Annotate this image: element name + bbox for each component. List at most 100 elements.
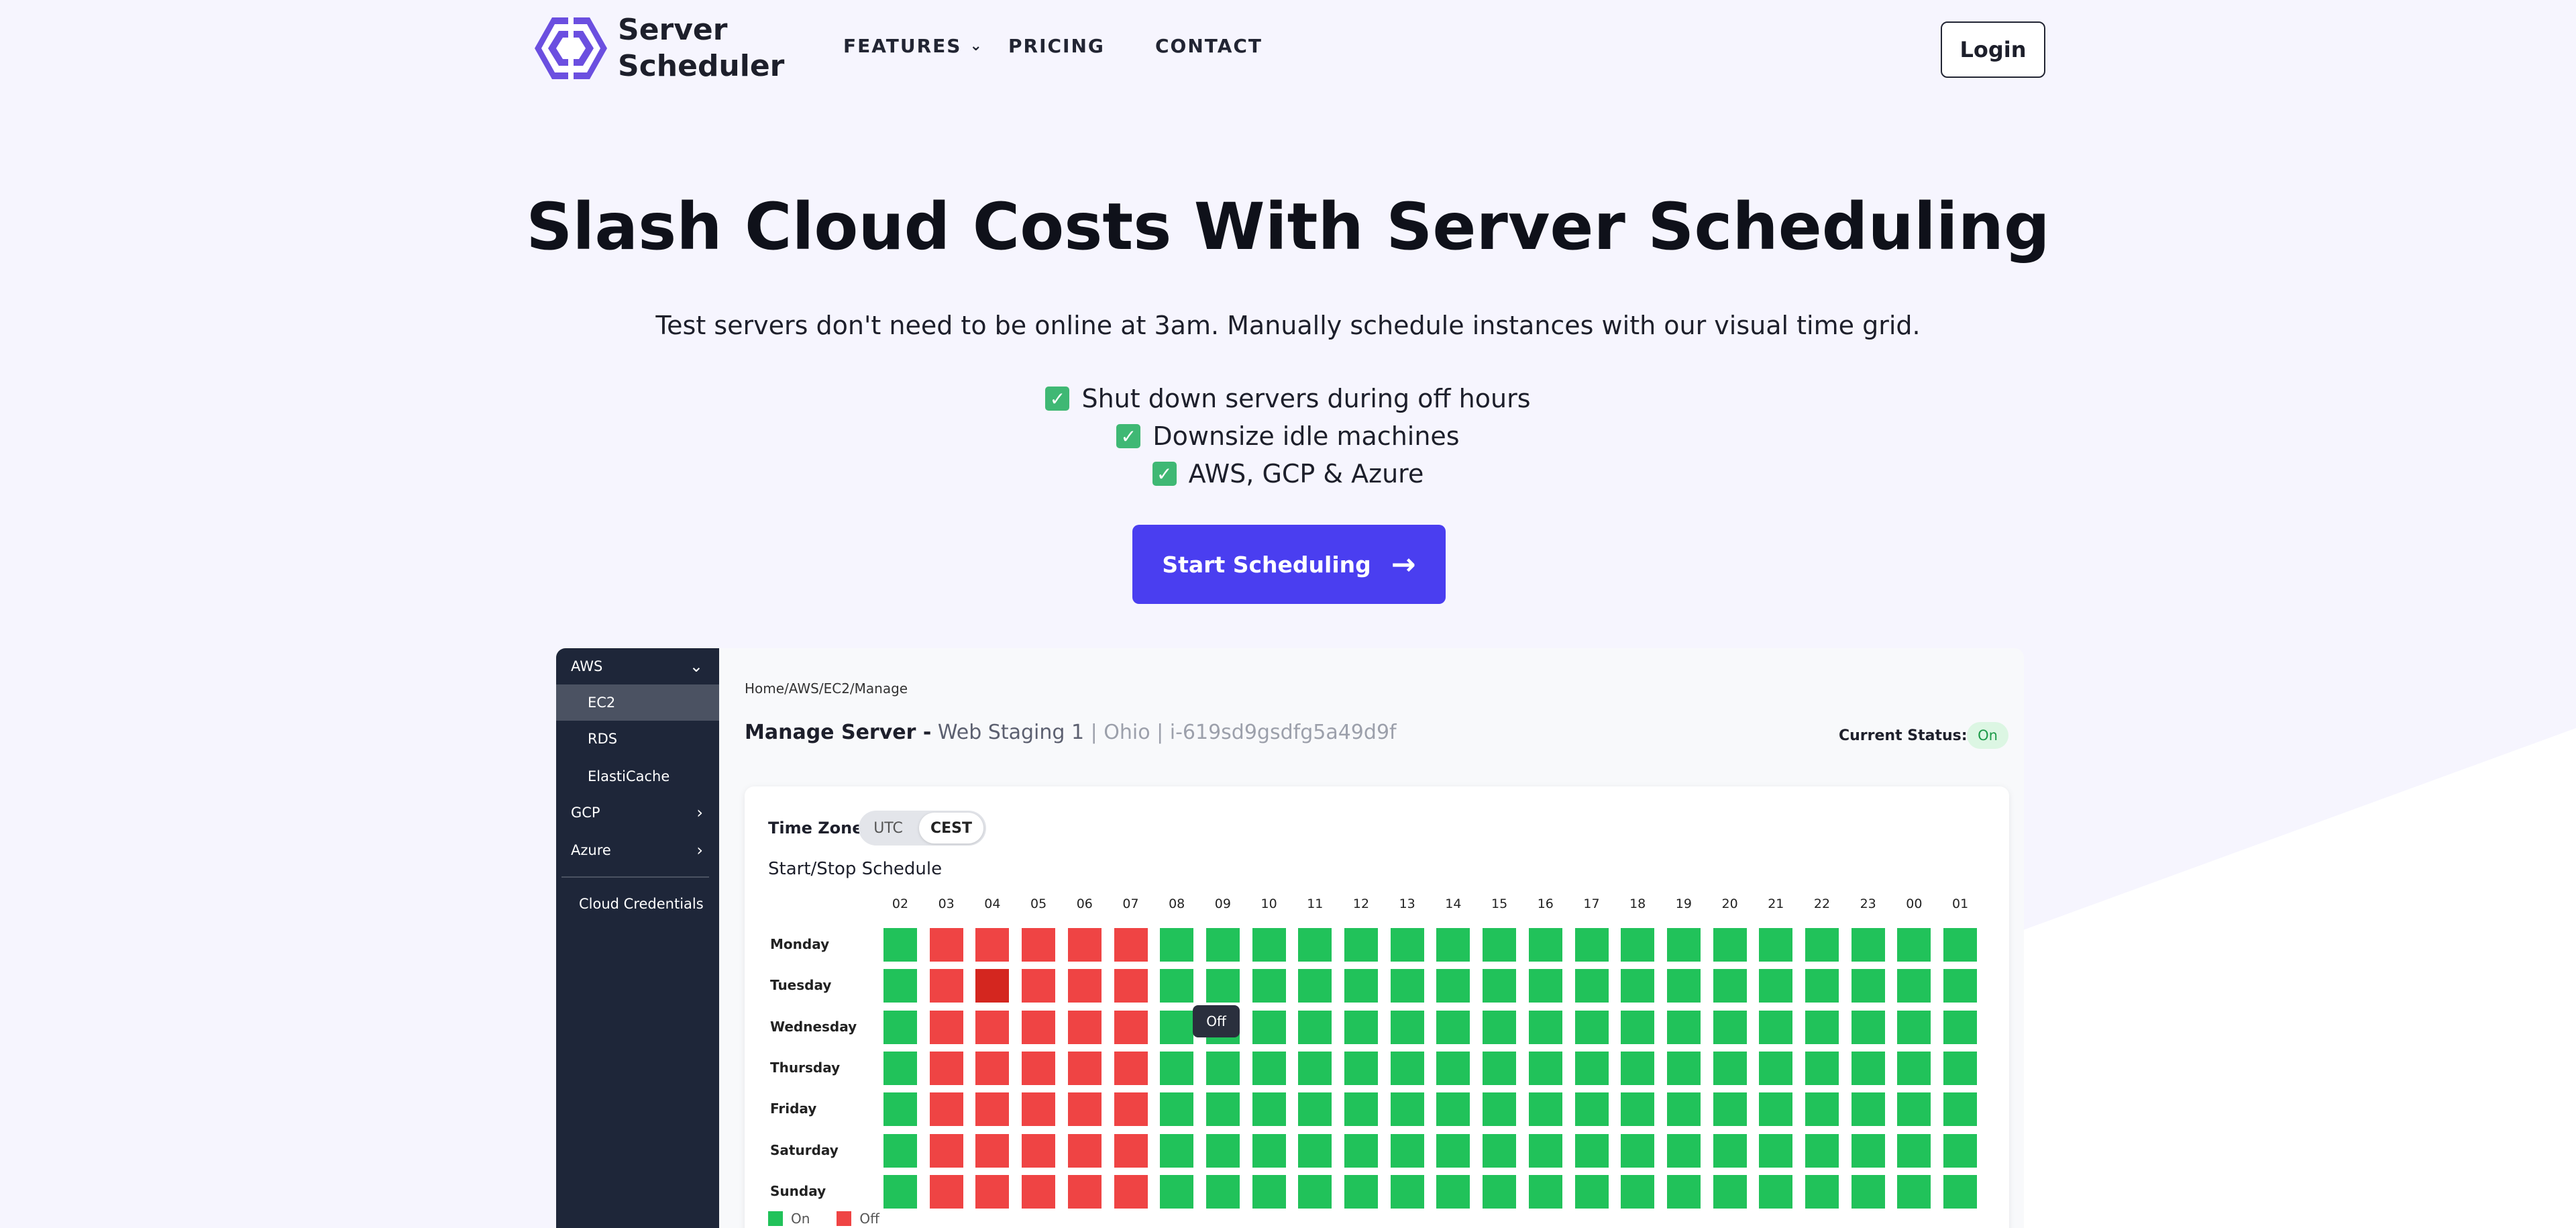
schedule-cell[interactable] [1759, 969, 1793, 1003]
schedule-cell[interactable] [975, 969, 1010, 1003]
schedule-cell[interactable] [1713, 1133, 1747, 1168]
schedule-cell[interactable] [1205, 928, 1240, 962]
schedule-cell[interactable] [1621, 1010, 1655, 1044]
schedule-cell[interactable] [1574, 1010, 1609, 1044]
schedule-cell[interactable] [1114, 1010, 1148, 1044]
schedule-cell[interactable] [1805, 1092, 1839, 1127]
schedule-cell[interactable] [1114, 928, 1148, 962]
schedule-cell[interactable] [1252, 1051, 1286, 1085]
schedule-cell[interactable] [1344, 928, 1378, 962]
schedule-cell[interactable] [1022, 1092, 1056, 1127]
sidebar-item-ec2[interactable]: EC2 [556, 684, 719, 721]
schedule-cell[interactable] [1298, 1051, 1332, 1085]
schedule-cell[interactable] [1666, 1010, 1701, 1044]
schedule-cell[interactable] [1436, 969, 1470, 1003]
schedule-cell[interactable] [1436, 928, 1470, 962]
schedule-cell[interactable] [1067, 1174, 1102, 1209]
schedule-cell[interactable] [1022, 1051, 1056, 1085]
schedule-cell[interactable] [1713, 969, 1747, 1003]
sidebar-item-aws[interactable]: AWS ⌄ [556, 648, 719, 684]
schedule-cell[interactable] [1160, 1051, 1194, 1085]
schedule-cell[interactable] [1390, 1092, 1424, 1127]
schedule-cell[interactable] [1483, 928, 1517, 962]
schedule-cell[interactable] [1759, 1010, 1793, 1044]
sidebar-item-cloud-credentials[interactable]: Cloud Credentials [556, 886, 719, 922]
schedule-cell[interactable] [1436, 1174, 1470, 1209]
schedule-cell[interactable] [1897, 1133, 1931, 1168]
schedule-cell[interactable] [1390, 969, 1424, 1003]
breadcrumb[interactable]: Home/AWS/EC2/Manage [745, 680, 908, 697]
schedule-cell[interactable] [1621, 1174, 1655, 1209]
schedule-cell[interactable] [1621, 969, 1655, 1003]
nav-features[interactable]: FEATURES ⌄ [843, 35, 983, 57]
schedule-cell[interactable] [1621, 1092, 1655, 1127]
schedule-cell[interactable] [1160, 1010, 1194, 1044]
schedule-cell[interactable] [1252, 1174, 1286, 1209]
schedule-cell[interactable] [1252, 1133, 1286, 1168]
schedule-cell[interactable] [1252, 928, 1286, 962]
schedule-cell[interactable] [1298, 928, 1332, 962]
sidebar-item-azure[interactable]: Azure › [556, 832, 719, 868]
schedule-cell[interactable] [1851, 1133, 1885, 1168]
sidebar-item-rds[interactable]: RDS [556, 721, 719, 757]
brand-logo[interactable]: Server Scheduler [533, 12, 784, 85]
schedule-cell[interactable] [1160, 928, 1194, 962]
schedule-cell[interactable] [883, 1010, 917, 1044]
schedule-cell[interactable] [1897, 928, 1931, 962]
schedule-cell[interactable] [1851, 1092, 1885, 1127]
schedule-cell[interactable] [1114, 1174, 1148, 1209]
schedule-cell[interactable] [1528, 1133, 1562, 1168]
schedule-cell[interactable] [929, 969, 963, 1003]
schedule-cell[interactable] [1114, 1092, 1148, 1127]
schedule-cell[interactable] [1298, 969, 1332, 1003]
schedule-cell[interactable] [1666, 969, 1701, 1003]
schedule-cell[interactable] [1205, 1133, 1240, 1168]
sidebar-item-elasticache[interactable]: ElastiCache [556, 758, 719, 795]
schedule-cell[interactable] [1114, 969, 1148, 1003]
schedule-cell[interactable] [1528, 1051, 1562, 1085]
schedule-cell[interactable] [1483, 1133, 1517, 1168]
nav-contact[interactable]: CONTACT [1155, 35, 1263, 57]
schedule-cell[interactable] [883, 1174, 917, 1209]
schedule-cell[interactable] [1483, 1174, 1517, 1209]
schedule-cell[interactable] [929, 1010, 963, 1044]
schedule-cell[interactable] [1205, 969, 1240, 1003]
schedule-cell[interactable] [1298, 1133, 1332, 1168]
schedule-cell[interactable] [1805, 1051, 1839, 1085]
schedule-cell[interactable] [1943, 969, 1978, 1003]
schedule-cell[interactable] [1483, 1010, 1517, 1044]
schedule-cell[interactable] [1897, 1092, 1931, 1127]
schedule-cell[interactable] [1574, 1051, 1609, 1085]
schedule-cell[interactable] [975, 928, 1010, 962]
schedule-cell[interactable] [1160, 969, 1194, 1003]
schedule-cell[interactable] [1344, 1174, 1378, 1209]
schedule-cell[interactable] [1252, 1010, 1286, 1044]
schedule-cell[interactable] [1022, 1133, 1056, 1168]
schedule-cell[interactable] [1205, 1174, 1240, 1209]
schedule-cell[interactable] [1528, 1092, 1562, 1127]
schedule-cell[interactable] [1483, 1051, 1517, 1085]
schedule-cell[interactable] [1759, 1092, 1793, 1127]
schedule-cell[interactable] [1574, 969, 1609, 1003]
schedule-cell[interactable] [883, 1051, 917, 1085]
schedule-cell[interactable] [1528, 928, 1562, 962]
schedule-cell[interactable] [1897, 1051, 1931, 1085]
schedule-cell[interactable] [1805, 1174, 1839, 1209]
schedule-cell[interactable] [1897, 969, 1931, 1003]
schedule-cell[interactable] [1114, 1133, 1148, 1168]
schedule-cell[interactable] [1574, 1133, 1609, 1168]
schedule-cell[interactable] [1621, 1133, 1655, 1168]
schedule-cell[interactable] [1713, 1051, 1747, 1085]
schedule-cell[interactable] [1897, 1174, 1931, 1209]
schedule-cell[interactable] [1805, 1010, 1839, 1044]
schedule-cell[interactable] [929, 928, 963, 962]
schedule-cell[interactable] [1851, 969, 1885, 1003]
schedule-cell[interactable] [1528, 969, 1562, 1003]
schedule-cell[interactable] [1205, 1092, 1240, 1127]
schedule-cell[interactable] [1436, 1133, 1470, 1168]
schedule-cell[interactable] [883, 928, 917, 962]
schedule-cell[interactable] [1759, 1133, 1793, 1168]
schedule-cell[interactable] [1067, 1133, 1102, 1168]
schedule-cell[interactable] [1666, 1051, 1701, 1085]
schedule-cell[interactable] [1160, 1174, 1194, 1209]
